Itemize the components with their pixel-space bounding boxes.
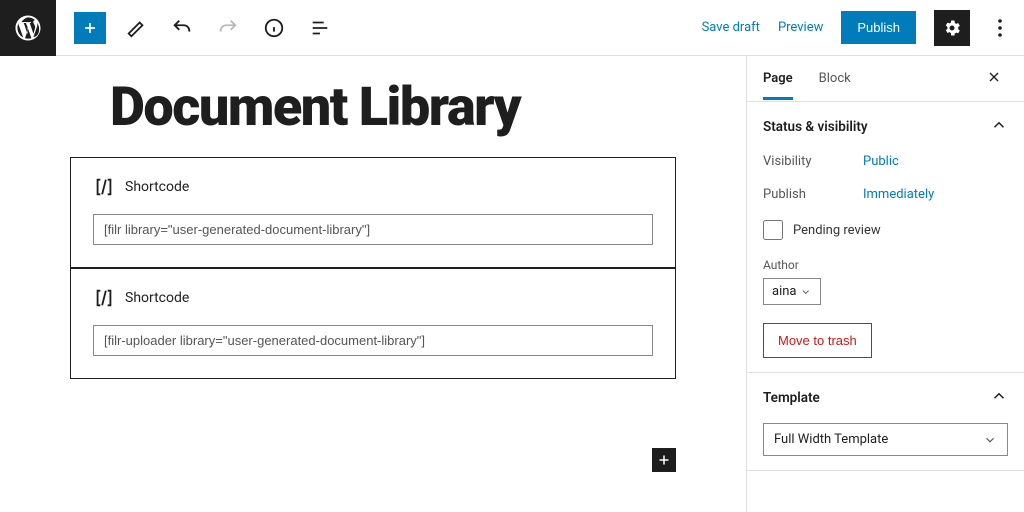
publish-value[interactable]: Immediately [863,187,934,202]
add-block-inline-button[interactable] [652,448,676,472]
status-visibility-panel: Status & visibility Visibility Public Pu… [747,102,1024,373]
more-options-icon[interactable] [988,10,1012,46]
visibility-value[interactable]: Public [863,154,899,169]
block-label: Shortcode [93,287,653,309]
shortcode-input[interactable] [93,214,653,245]
publish-button[interactable]: Publish [841,11,916,44]
add-block-button[interactable] [74,12,106,44]
template-select[interactable]: Full Width Template [763,423,1008,456]
shortcode-label-text: Shortcode [125,179,189,195]
move-to-trash-button[interactable]: Move to trash [763,323,872,358]
shortcode-icon [93,176,115,198]
template-panel-header[interactable]: Template [763,387,1008,409]
tab-page[interactable]: Page [763,57,793,100]
template-value: Full Width Template [774,432,888,447]
shortcode-label-text: Shortcode [125,290,189,306]
toolbar-right: Save draft Preview Publish [702,10,1024,46]
status-panel-header[interactable]: Status & visibility [763,116,1008,138]
close-sidebar-icon[interactable] [980,63,1008,95]
sidebar-tabs: Page Block [747,56,1024,102]
page-title[interactable]: Document Library [110,76,676,139]
shortcode-input[interactable] [93,325,653,356]
shortcode-block[interactable]: Shortcode [70,268,676,379]
shortcode-block[interactable]: Shortcode [70,157,676,268]
settings-sidebar: Page Block Status & visibility Visibilit… [746,56,1024,512]
info-icon[interactable] [258,12,290,44]
editor-canvas: Document Library Shortcode Shortcode [0,56,746,512]
chevron-down-icon [800,286,812,298]
template-panel: Template Full Width Template [747,373,1024,471]
toolbar-left [56,12,336,44]
settings-button[interactable] [934,10,970,46]
tab-block[interactable]: Block [819,57,851,100]
preview-button[interactable]: Preview [778,20,823,35]
main-area: Document Library Shortcode Shortcode Pag… [0,56,1024,512]
author-label: Author [763,258,1008,272]
pending-review-label: Pending review [793,223,881,238]
template-panel-title: Template [763,390,820,406]
save-draft-button[interactable]: Save draft [702,20,760,35]
chevron-up-icon [990,116,1008,138]
redo-icon[interactable] [212,12,244,44]
top-toolbar: Save draft Preview Publish [0,0,1024,56]
status-panel-title: Status & visibility [763,119,868,135]
shortcode-icon [93,287,115,309]
publish-label: Publish [763,187,863,202]
author-select[interactable]: aina [763,278,821,305]
author-value: aina [772,284,796,299]
visibility-label: Visibility [763,154,863,169]
outline-icon[interactable] [304,12,336,44]
edit-mode-icon[interactable] [120,12,152,44]
undo-icon[interactable] [166,12,198,44]
pending-review-checkbox[interactable] [763,220,783,240]
chevron-down-icon [983,433,997,447]
block-label: Shortcode [93,176,653,198]
wordpress-logo[interactable] [0,0,56,56]
chevron-up-icon [990,387,1008,409]
